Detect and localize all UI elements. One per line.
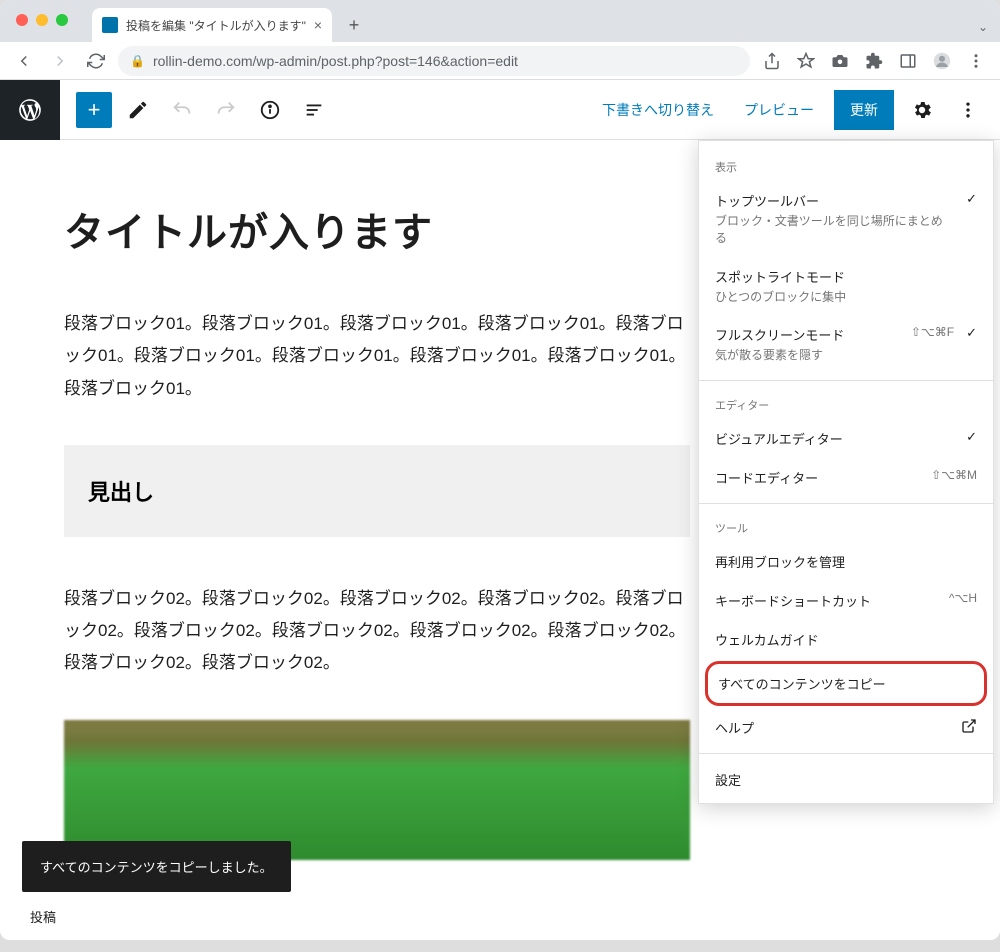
options-menu: 表示 トップツールバー ブロック・文書ツールを同じ場所にまとめる ✓ スポットラ… (698, 140, 994, 804)
info-button[interactable] (252, 92, 288, 128)
tabs-chevron-icon[interactable]: ⌄ (978, 20, 988, 34)
extensions-button[interactable] (860, 47, 888, 75)
menu-fullscreen[interactable]: フルスクリーンモード 気が散る要素を隠す ⇧⌥⌘F ✓ (699, 315, 993, 374)
external-link-icon (961, 718, 977, 734)
settings-button[interactable] (904, 92, 940, 128)
menu-separator (699, 380, 993, 381)
undo-button (164, 92, 200, 128)
menu-keyboard-shortcuts[interactable]: キーボードショートカット ^⌥H (699, 581, 993, 620)
bookmark-button[interactable] (792, 47, 820, 75)
profile-button[interactable] (928, 47, 956, 75)
add-block-button[interactable]: + (76, 92, 112, 128)
menu-top-toolbar[interactable]: トップツールバー ブロック・文書ツールを同じ場所にまとめる ✓ (699, 181, 993, 257)
maximize-icon[interactable] (56, 14, 68, 26)
menu-reusable-blocks[interactable]: 再利用ブロックを管理 (699, 542, 993, 581)
panel-icon[interactable] (894, 47, 922, 75)
share-button[interactable] (758, 47, 786, 75)
menu-welcome-guide[interactable]: ウェルカムガイド (699, 620, 993, 659)
menu-copy-all-content[interactable]: すべてのコンテンツをコピー (705, 661, 987, 706)
footer-breadcrumb[interactable]: 投稿 (30, 907, 56, 926)
camera-icon[interactable] (826, 47, 854, 75)
paragraph-block-1[interactable]: 段落ブロック01。段落ブロック01。段落ブロック01。段落ブロック01。段落ブロ… (64, 308, 690, 405)
menu-code-editor[interactable]: コードエディター ⇧⌥⌘M (699, 458, 993, 497)
menu-preferences[interactable]: 設定 (699, 760, 993, 799)
check-icon: ✓ (966, 191, 977, 207)
menu-help[interactable]: ヘルプ (699, 708, 993, 747)
menu-separator (699, 503, 993, 504)
new-tab-button[interactable]: + (340, 11, 368, 39)
paragraph-block-2[interactable]: 段落ブロック02。段落ブロック02。段落ブロック02。段落ブロック02。段落ブロ… (64, 583, 690, 680)
address-bar[interactable]: 🔒 rollin-demo.com/wp-admin/post.php?post… (118, 46, 750, 76)
minimize-icon[interactable] (36, 14, 48, 26)
menu-separator (699, 753, 993, 754)
nav-back-button[interactable] (10, 47, 38, 75)
list-view-button[interactable] (296, 92, 332, 128)
edit-tool-icon[interactable] (120, 92, 156, 128)
close-icon[interactable] (16, 14, 28, 26)
preview-button[interactable]: プレビュー (734, 92, 824, 128)
nav-reload-button[interactable] (82, 47, 110, 75)
heading-block[interactable]: 見出し (64, 445, 690, 537)
post-title[interactable]: タイトルが入ります (64, 200, 690, 258)
menu-spotlight[interactable]: スポットライトモード ひとつのブロックに集中 (699, 257, 993, 316)
browser-tab[interactable]: 投稿を編集 "タイトルが入ります" × (92, 8, 332, 42)
tab-title: 投稿を編集 "タイトルが入ります" (126, 17, 306, 34)
snackbar-notification: すべてのコンテンツをコピーしました。 (22, 841, 291, 892)
menu-section-view: 表示 (699, 149, 993, 181)
nav-forward-button (46, 47, 74, 75)
window-controls[interactable] (16, 14, 68, 26)
lock-icon: 🔒 (130, 54, 145, 68)
check-icon: ✓ (966, 429, 977, 445)
menu-section-editor: エディター (699, 387, 993, 419)
check-icon: ✓ (966, 325, 977, 341)
switch-draft-button[interactable]: 下書きへ切り替え (592, 92, 724, 128)
favicon-icon (102, 17, 118, 33)
redo-button (208, 92, 244, 128)
menu-visual-editor[interactable]: ビジュアルエディター ✓ (699, 419, 993, 458)
url-text: rollin-demo.com/wp-admin/post.php?post=1… (153, 53, 518, 69)
tab-close-icon[interactable]: × (314, 17, 322, 33)
browser-menu-button[interactable] (962, 47, 990, 75)
more-menu-button[interactable] (950, 92, 986, 128)
wordpress-logo[interactable] (0, 80, 60, 140)
image-block[interactable] (64, 720, 690, 860)
update-button[interactable]: 更新 (834, 90, 894, 130)
menu-section-tools: ツール (699, 510, 993, 542)
